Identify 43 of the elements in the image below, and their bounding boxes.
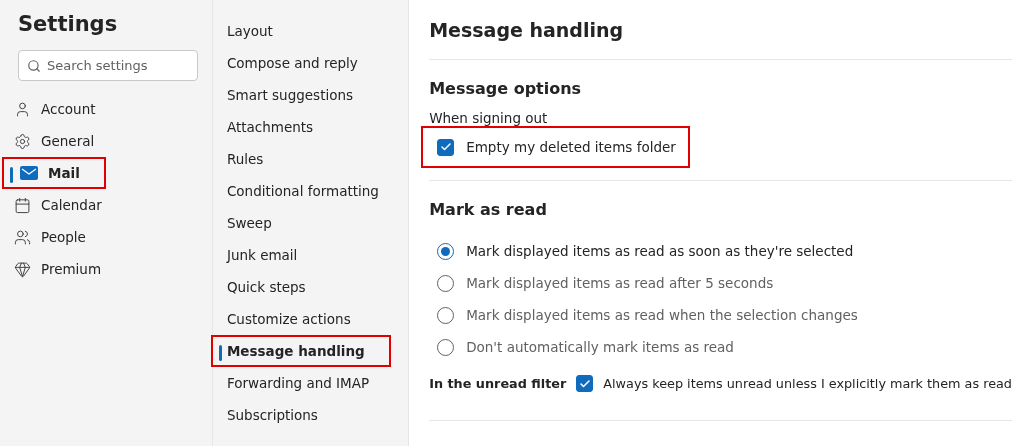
group-label: When signing out <box>429 110 549 126</box>
page-title: Message handling <box>429 0 1012 60</box>
filter-label: In the unread filter <box>429 376 567 391</box>
person-icon <box>14 100 31 118</box>
section-heading: Mark as read <box>429 200 548 219</box>
settings-title: Settings <box>18 12 119 36</box>
search-icon <box>27 59 41 73</box>
radio-label: Mark displayed items as read after 5 seconds <box>466 275 774 291</box>
subnav-item[interactable]: Junk email <box>206 239 392 271</box>
radio-label: Mark displayed items as read as soon as they're selected <box>466 243 854 259</box>
subnav-item[interactable]: Subscriptions <box>206 399 392 431</box>
diamond-icon <box>14 260 31 278</box>
subnav-item[interactable]: Layout <box>206 15 392 47</box>
subnav-item[interactable]: Sweep <box>206 207 392 239</box>
checkmark-icon <box>439 141 452 153</box>
radio-label: Mark displayed items as read when the selection changes <box>466 307 858 323</box>
people-icon <box>14 228 31 246</box>
checkbox-label: Always keep items unread unless I explicitly mark them as read <box>603 376 1012 391</box>
subnav-item[interactable]: Forwarding and IMAP <box>206 367 392 399</box>
checkbox-option[interactable]: Empty my deleted items folder <box>421 126 690 168</box>
checkmark-icon <box>578 377 591 390</box>
nav-item[interactable]: Premium <box>2 253 182 285</box>
subnav-item[interactable]: Rules <box>206 143 392 175</box>
nav-item[interactable]: General <box>2 125 182 157</box>
checkbox[interactable] <box>437 138 455 156</box>
radio-label: Don't automatically mark items as read <box>466 339 734 355</box>
section-heading: Message options <box>429 79 583 98</box>
nav-item[interactable]: Mail <box>2 157 106 189</box>
subnav-item[interactable]: Quick steps <box>206 271 392 303</box>
nav-item[interactable]: Account <box>2 93 182 125</box>
subnav-item[interactable]: Conditional formatting <box>206 175 392 207</box>
subnav-item[interactable]: Message handling <box>210 335 391 367</box>
subnav-item[interactable]: Attachments <box>206 111 392 143</box>
nav-item[interactable]: People <box>2 221 182 253</box>
nav-item[interactable]: Calendar <box>2 189 182 221</box>
settings-icon <box>14 132 31 150</box>
checkbox[interactable] <box>576 375 594 392</box>
calendar-icon <box>14 196 31 214</box>
subnav-item[interactable]: Smart suggestions <box>206 79 392 111</box>
subnav-item[interactable]: Customize actions <box>206 303 392 335</box>
mail-icon <box>20 166 38 180</box>
subnav-item[interactable]: Compose and reply <box>206 47 392 79</box>
search-field[interactable]: Search settings <box>18 50 198 81</box>
